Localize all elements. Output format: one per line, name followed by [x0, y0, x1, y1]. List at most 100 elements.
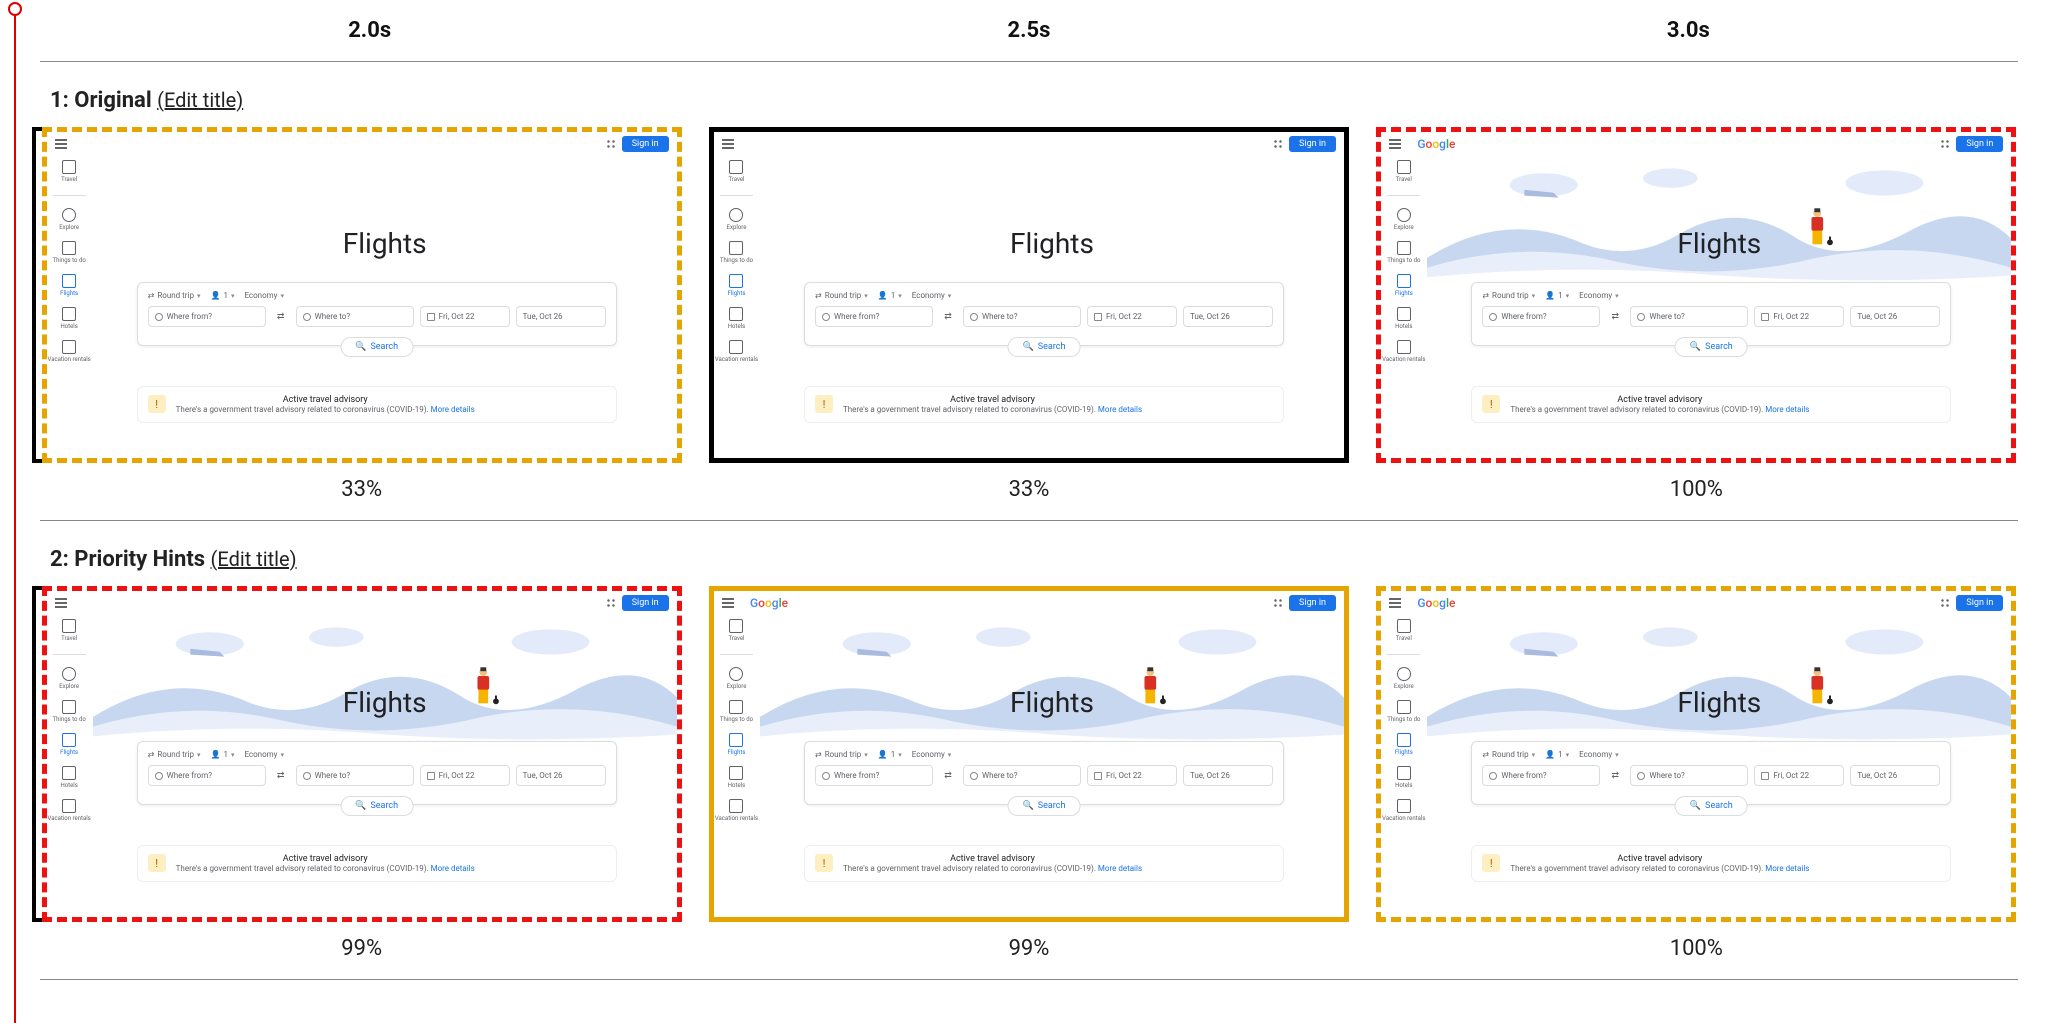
advisory-link[interactable]: More details: [431, 405, 475, 414]
advisory-link[interactable]: More details: [431, 864, 475, 873]
date-depart[interactable]: Fri, Oct 22: [420, 765, 510, 786]
date-return[interactable]: Tue, Oct 26: [516, 765, 606, 786]
trip-type-select[interactable]: ⇄ Round trip: [148, 750, 201, 759]
sidebar-item-rentals[interactable]: Vacation rentals: [1381, 340, 1426, 363]
edit-title-link[interactable]: (Edit title): [211, 547, 297, 571]
sidebar-item-explore[interactable]: Explore: [714, 667, 759, 690]
date-return[interactable]: Tue, Oct 26: [1183, 765, 1273, 786]
pax-select[interactable]: 👤 1: [878, 750, 902, 759]
from-input[interactable]: Where from?: [1482, 306, 1600, 327]
swap-icon[interactable]: ⇄: [939, 306, 957, 327]
filmstrip-frame[interactable]: Google Sign in Travel Explore Things to …: [42, 127, 682, 463]
pax-select[interactable]: 👤 1: [1545, 750, 1569, 759]
from-input[interactable]: Where from?: [1482, 765, 1600, 786]
cabin-select[interactable]: Economy: [244, 750, 284, 759]
cabin-select[interactable]: Economy: [1579, 291, 1619, 300]
pax-select[interactable]: 👤 1: [210, 750, 234, 759]
date-return[interactable]: Tue, Oct 26: [1850, 306, 1940, 327]
sidebar-item-rentals[interactable]: Vacation rentals: [47, 340, 92, 363]
pax-select[interactable]: 👤 1: [1545, 291, 1569, 300]
sidebar-item-flights[interactable]: Flights: [1381, 733, 1426, 756]
sidebar-item-flights[interactable]: Flights: [47, 733, 92, 756]
search-button[interactable]: 🔍 Search: [340, 337, 413, 357]
cabin-select[interactable]: Economy: [244, 291, 284, 300]
swap-icon[interactable]: ⇄: [939, 765, 957, 786]
search-button[interactable]: 🔍 Search: [1008, 796, 1081, 816]
date-return[interactable]: Tue, Oct 26: [516, 306, 606, 327]
sidebar-item-flights[interactable]: Flights: [1381, 274, 1426, 297]
sidebar-item-things[interactable]: Things to do: [1381, 241, 1426, 264]
sidebar-item-travel[interactable]: Travel: [714, 619, 759, 642]
sidebar-item-explore[interactable]: Explore: [1381, 208, 1426, 231]
advisory-link[interactable]: More details: [1765, 864, 1809, 873]
apps-icon[interactable]: [1940, 598, 1950, 608]
date-return[interactable]: Tue, Oct 26: [1850, 765, 1940, 786]
filmstrip-frame[interactable]: Google Sign in Travel Explore Things to …: [1376, 127, 2016, 463]
filmstrip-frame[interactable]: Google Sign in Travel Explore Things to …: [709, 127, 1349, 463]
menu-icon[interactable]: [722, 598, 734, 608]
apps-icon[interactable]: [1273, 598, 1283, 608]
menu-icon[interactable]: [55, 598, 67, 608]
sidebar-item-things[interactable]: Things to do: [47, 700, 92, 723]
menu-icon[interactable]: [1389, 139, 1401, 149]
search-button[interactable]: 🔍 Search: [1675, 337, 1748, 357]
from-input[interactable]: Where from?: [815, 765, 933, 786]
to-input[interactable]: Where to?: [296, 765, 414, 786]
apps-icon[interactable]: [1273, 139, 1283, 149]
swap-icon[interactable]: ⇄: [272, 306, 290, 327]
signin-button[interactable]: Sign in: [622, 595, 669, 611]
trip-type-select[interactable]: ⇄ Round trip: [815, 291, 868, 300]
sidebar-item-rentals[interactable]: Vacation rentals: [47, 799, 92, 822]
date-depart[interactable]: Fri, Oct 22: [1087, 765, 1177, 786]
search-button[interactable]: 🔍 Search: [1008, 337, 1081, 357]
trip-type-select[interactable]: ⇄ Round trip: [1482, 750, 1535, 759]
sidebar-item-hotels[interactable]: Hotels: [47, 307, 92, 330]
sidebar-item-explore[interactable]: Explore: [714, 208, 759, 231]
advisory-link[interactable]: More details: [1098, 405, 1142, 414]
to-input[interactable]: Where to?: [296, 306, 414, 327]
sidebar-item-explore[interactable]: Explore: [47, 667, 92, 690]
to-input[interactable]: Where to?: [963, 765, 1081, 786]
cabin-select[interactable]: Economy: [1579, 750, 1619, 759]
from-input[interactable]: Where from?: [815, 306, 933, 327]
to-input[interactable]: Where to?: [963, 306, 1081, 327]
sidebar-item-hotels[interactable]: Hotels: [47, 766, 92, 789]
signin-button[interactable]: Sign in: [1289, 595, 1336, 611]
edit-title-link[interactable]: (Edit title): [157, 88, 243, 112]
trip-type-select[interactable]: ⇄ Round trip: [148, 291, 201, 300]
sidebar-item-travel[interactable]: Travel: [47, 160, 92, 183]
filmstrip-frame[interactable]: Google Sign in Travel Explore Things to …: [709, 586, 1349, 922]
signin-button[interactable]: Sign in: [622, 136, 669, 152]
date-return[interactable]: Tue, Oct 26: [1183, 306, 1273, 327]
apps-icon[interactable]: [606, 598, 616, 608]
sidebar-item-explore[interactable]: Explore: [47, 208, 92, 231]
apps-icon[interactable]: [1940, 139, 1950, 149]
to-input[interactable]: Where to?: [1630, 306, 1748, 327]
filmstrip-frame[interactable]: Google Sign in Travel Explore Things to …: [1376, 586, 2016, 922]
sidebar-item-flights[interactable]: Flights: [47, 274, 92, 297]
sidebar-item-flights[interactable]: Flights: [714, 274, 759, 297]
sidebar-item-things[interactable]: Things to do: [714, 700, 759, 723]
from-input[interactable]: Where from?: [148, 306, 266, 327]
menu-icon[interactable]: [55, 139, 67, 149]
sidebar-item-travel[interactable]: Travel: [1381, 160, 1426, 183]
sidebar-item-travel[interactable]: Travel: [47, 619, 92, 642]
signin-button[interactable]: Sign in: [1956, 595, 2003, 611]
sidebar-item-things[interactable]: Things to do: [47, 241, 92, 264]
menu-icon[interactable]: [1389, 598, 1401, 608]
date-depart[interactable]: Fri, Oct 22: [420, 306, 510, 327]
trip-type-select[interactable]: ⇄ Round trip: [815, 750, 868, 759]
sidebar-item-hotels[interactable]: Hotels: [1381, 307, 1426, 330]
apps-icon[interactable]: [606, 139, 616, 149]
menu-icon[interactable]: [722, 139, 734, 149]
to-input[interactable]: Where to?: [1630, 765, 1748, 786]
sidebar-item-hotels[interactable]: Hotels: [714, 766, 759, 789]
advisory-link[interactable]: More details: [1765, 405, 1809, 414]
trip-type-select[interactable]: ⇄ Round trip: [1482, 291, 1535, 300]
from-input[interactable]: Where from?: [148, 765, 266, 786]
cabin-select[interactable]: Economy: [912, 750, 952, 759]
search-button[interactable]: 🔍 Search: [340, 796, 413, 816]
signin-button[interactable]: Sign in: [1956, 136, 2003, 152]
sidebar-item-hotels[interactable]: Hotels: [1381, 766, 1426, 789]
sidebar-item-travel[interactable]: Travel: [1381, 619, 1426, 642]
